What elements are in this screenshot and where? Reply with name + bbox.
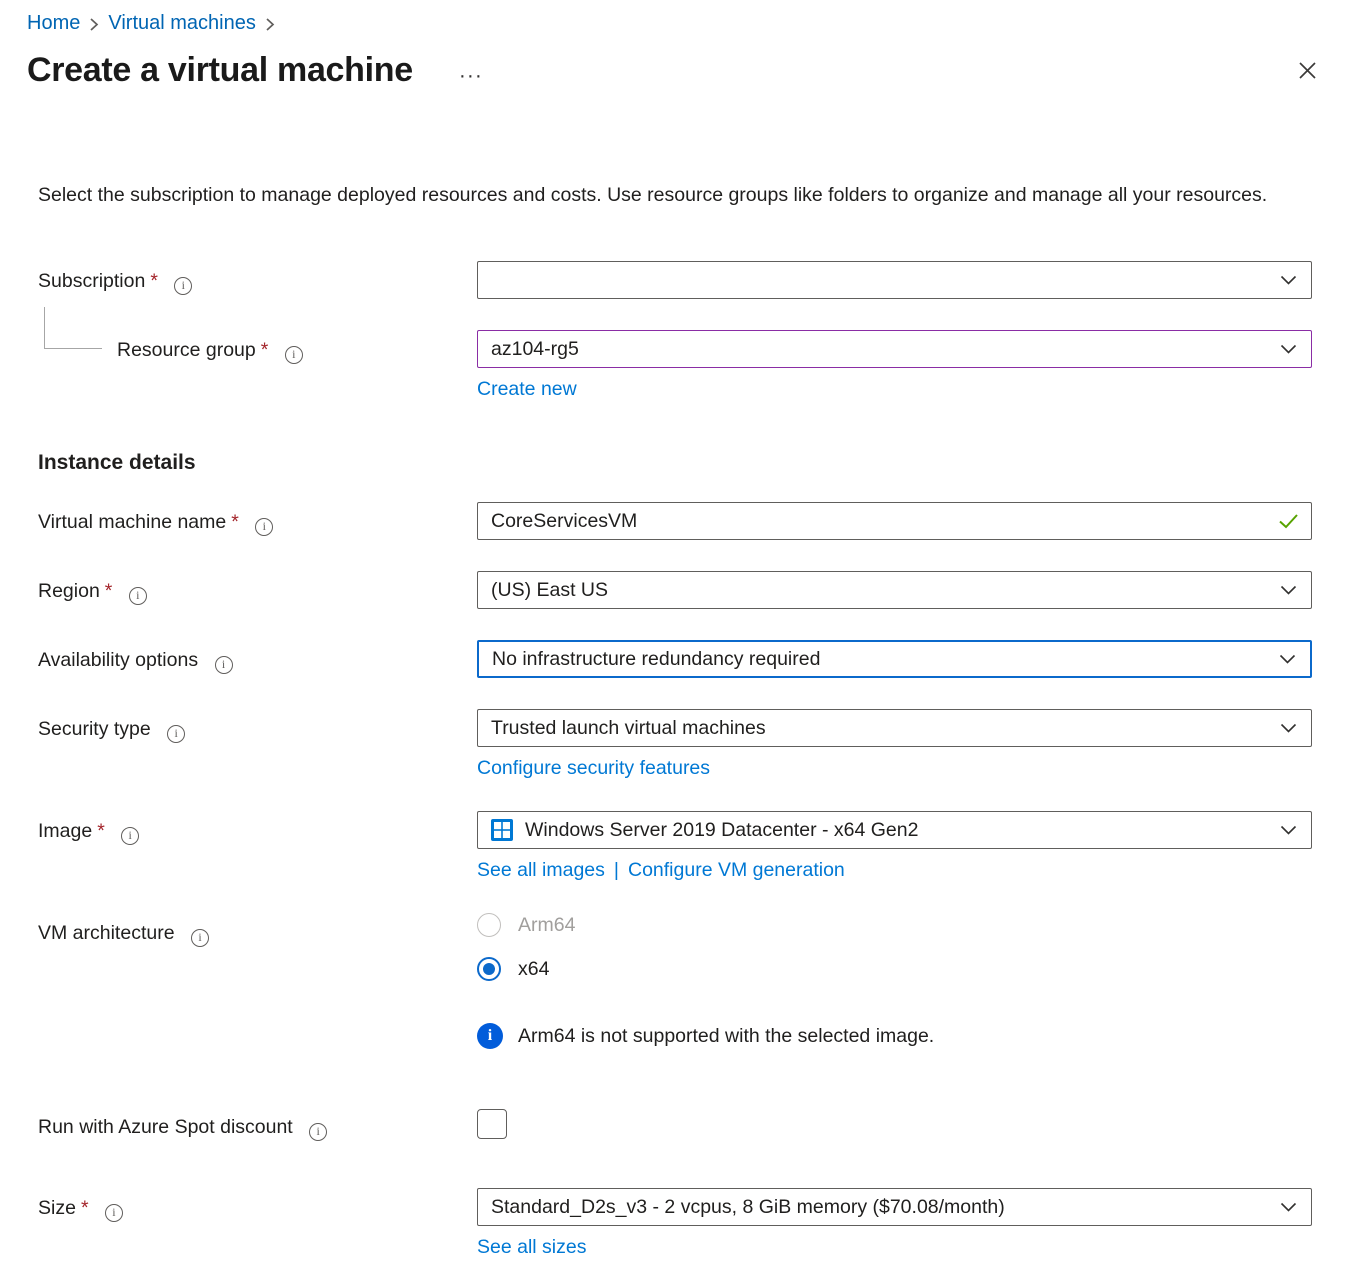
subscription-dropdown[interactable] (477, 261, 1312, 299)
info-icon[interactable] (174, 277, 192, 295)
info-icon[interactable] (215, 656, 233, 674)
radio-arm64-label: Arm64 (518, 914, 575, 937)
valid-check-icon (1278, 513, 1299, 529)
breadcrumb-home-link[interactable]: Home (27, 12, 80, 35)
security-type-row: Security type Trusted launch virtual mac… (38, 709, 1312, 780)
availability-options-dropdown[interactable]: No infrastructure redundancy required (477, 640, 1312, 678)
close-icon[interactable] (1292, 55, 1323, 86)
see-all-sizes-link[interactable]: See all sizes (477, 1236, 586, 1259)
availability-options-row: Availability options No infrastructure r… (38, 640, 1312, 678)
chevron-down-icon (1280, 585, 1297, 595)
info-icon[interactable] (129, 587, 147, 605)
security-type-label: Security type (38, 718, 151, 740)
info-icon[interactable] (255, 518, 273, 536)
size-dropdown[interactable]: Standard_D2s_v3 - 2 vcpus, 8 GiB memory … (477, 1188, 1312, 1226)
info-icon[interactable] (167, 725, 185, 743)
hierarchy-connector (44, 307, 102, 349)
chevron-down-icon (1280, 1202, 1297, 1212)
required-asterisk: * (81, 1197, 89, 1219)
vm-name-input[interactable] (477, 502, 1312, 540)
chevron-down-icon (1280, 825, 1297, 835)
image-label-group: Image* (38, 811, 477, 882)
required-asterisk: * (231, 511, 239, 533)
chevron-right-icon (89, 17, 99, 32)
image-row: Image* Windows Server 2019 Datacenter - … (38, 811, 1312, 882)
section-heading-instance-details: Instance details (38, 451, 1312, 475)
region-label: Region (38, 580, 100, 602)
intro-text: Select the subscription to manage deploy… (38, 180, 1300, 211)
page-header: Create a virtual machine ··· (0, 35, 1350, 90)
azure-spot-row: Run with Azure Spot discount (38, 1107, 1312, 1144)
size-value: Standard_D2s_v3 - 2 vcpus, 8 GiB memory … (491, 1196, 1005, 1219)
windows-logo-icon (491, 819, 513, 841)
vm-name-label: Virtual machine name (38, 511, 226, 533)
security-type-label-group: Security type (38, 709, 477, 780)
chevron-down-icon (1280, 723, 1297, 733)
subscription-label: Subscription (38, 270, 145, 292)
info-icon[interactable] (105, 1204, 123, 1222)
availability-options-value: No infrastructure redundancy required (492, 648, 820, 671)
security-type-dropdown[interactable]: Trusted launch virtual machines (477, 709, 1312, 747)
image-dropdown[interactable]: Windows Server 2019 Datacenter - x64 Gen… (477, 811, 1312, 849)
resource-group-label: Resource group (117, 339, 256, 361)
region-row: Region* (US) East US (38, 571, 1312, 609)
radio-unselected-icon (477, 913, 501, 937)
chevron-down-icon (1279, 654, 1296, 664)
configure-security-features-link[interactable]: Configure security features (477, 757, 710, 780)
basics-form: Select the subscription to manage deploy… (0, 90, 1350, 1275)
azure-spot-label: Run with Azure Spot discount (38, 1116, 293, 1138)
availability-options-label-group: Availability options (38, 640, 477, 678)
chevron-down-icon (1280, 344, 1297, 354)
size-label: Size (38, 1197, 76, 1219)
more-options-button[interactable]: ··· (459, 65, 483, 86)
vm-architecture-label: VM architecture (38, 922, 175, 944)
subscription-row: Subscription* (38, 261, 1312, 299)
required-asterisk: * (150, 270, 158, 292)
breadcrumb: Home Virtual machines (0, 0, 1350, 35)
azure-spot-label-group: Run with Azure Spot discount (38, 1107, 477, 1144)
info-filled-icon (477, 1023, 503, 1049)
info-icon[interactable] (285, 346, 303, 364)
availability-options-label: Availability options (38, 649, 198, 671)
security-type-value: Trusted launch virtual machines (491, 717, 766, 740)
required-asterisk: * (105, 580, 113, 602)
breadcrumb-virtual-machines-link[interactable]: Virtual machines (108, 12, 255, 35)
vm-name-label-group: Virtual machine name* (38, 502, 477, 540)
architecture-note-text: Arm64 is not supported with the selected… (518, 1025, 934, 1048)
required-asterisk: * (97, 820, 105, 842)
subscription-label-group: Subscription* (38, 261, 477, 299)
see-all-images-link[interactable]: See all images (477, 859, 605, 882)
resource-group-row: Resource group* az104-rg5 Create new (38, 330, 1312, 401)
resource-group-value: az104-rg5 (491, 338, 579, 361)
chevron-right-icon (265, 17, 275, 32)
architecture-info-note: Arm64 is not supported with the selected… (477, 1023, 1312, 1049)
region-value: (US) East US (491, 579, 608, 602)
vm-architecture-row: VM architecture Arm64 x64 Arm64 is not s… (38, 913, 1312, 1049)
chevron-down-icon (1280, 275, 1297, 285)
create-new-link[interactable]: Create new (477, 378, 577, 401)
size-row: Size* Standard_D2s_v3 - 2 vcpus, 8 GiB m… (38, 1188, 1312, 1259)
info-icon[interactable] (309, 1123, 327, 1141)
region-dropdown[interactable]: (US) East US (477, 571, 1312, 609)
radio-arm64[interactable]: Arm64 (477, 913, 575, 937)
radio-selected-icon (477, 957, 501, 981)
region-label-group: Region* (38, 571, 477, 609)
info-icon[interactable] (121, 827, 139, 845)
required-asterisk: * (261, 339, 269, 361)
resource-group-dropdown[interactable]: az104-rg5 (477, 330, 1312, 368)
image-label: Image (38, 820, 92, 842)
configure-vm-generation-link[interactable]: Configure VM generation (628, 859, 845, 882)
size-label-group: Size* (38, 1188, 477, 1259)
radio-x64-label: x64 (518, 958, 549, 981)
resource-group-label-group: Resource group* (38, 330, 477, 401)
info-icon[interactable] (191, 929, 209, 947)
vm-name-row: Virtual machine name* (38, 502, 1312, 540)
vm-architecture-label-group: VM architecture (38, 913, 477, 1049)
azure-spot-checkbox[interactable] (477, 1109, 507, 1139)
link-separator: | (614, 859, 619, 882)
page-title: Create a virtual machine (27, 51, 413, 90)
image-value: Windows Server 2019 Datacenter - x64 Gen… (525, 819, 918, 842)
radio-x64[interactable]: x64 (477, 957, 549, 981)
